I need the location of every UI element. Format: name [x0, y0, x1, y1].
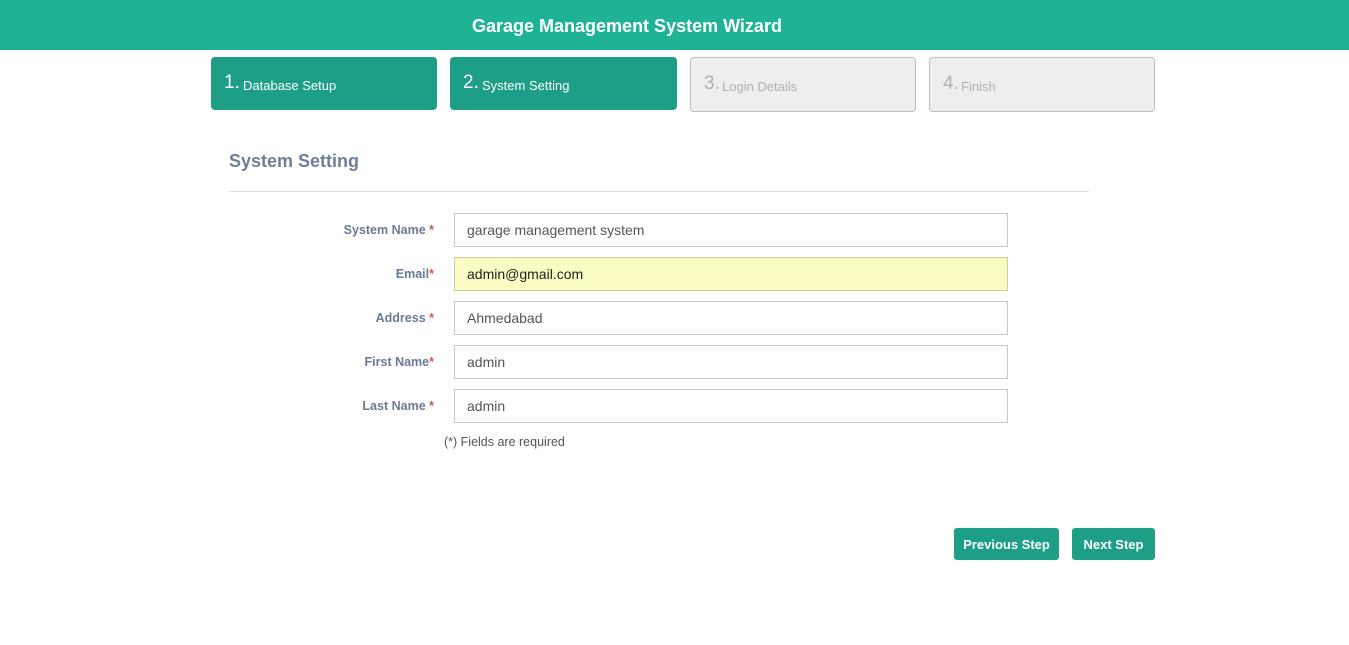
- form-row-first-name: First Name*: [229, 345, 1008, 379]
- section-title: System Setting: [229, 151, 360, 171]
- address-field: [454, 301, 1008, 335]
- wizard-step-login-details[interactable]: 3. Login Details: [690, 57, 916, 112]
- system-name-field: [454, 213, 1008, 247]
- step-label: Login Details: [722, 79, 798, 94]
- email-field: [454, 257, 1008, 291]
- step-number: 3.: [704, 73, 720, 94]
- required-mark: *: [429, 267, 434, 281]
- form-row-last-name: Last Name *: [229, 389, 1008, 423]
- required-mark: *: [429, 399, 434, 413]
- first-name-field: [454, 345, 1008, 379]
- first-name-label: First Name*: [364, 355, 434, 369]
- email-input[interactable]: [455, 258, 1007, 290]
- wizard-step-database-setup[interactable]: 1. Database Setup: [211, 57, 437, 110]
- email-label: Email*: [395, 267, 434, 281]
- step-number: 4.: [943, 73, 959, 94]
- wizard-step-finish[interactable]: 4. Finish: [929, 57, 1155, 112]
- required-mark: *: [429, 223, 434, 237]
- wizard-step-system-setting[interactable]: 2. System Setting: [450, 57, 677, 110]
- last-name-label: Last Name *: [362, 399, 434, 413]
- system-name-input[interactable]: [455, 214, 1007, 246]
- header-bar: Garage Management System Wizard: [0, 0, 1349, 50]
- address-label: Address *: [375, 311, 434, 325]
- step-label: Finish: [961, 79, 996, 94]
- form-row-system-name: System Name *: [229, 213, 1008, 247]
- system-name-label: System Name *: [343, 223, 434, 237]
- required-fields-note: (*) Fields are required: [444, 435, 565, 449]
- last-name-field: [454, 389, 1008, 423]
- previous-step-button[interactable]: Previous Step: [954, 528, 1059, 560]
- section-divider: [229, 191, 1089, 192]
- step-label: Database Setup: [243, 78, 337, 93]
- step-number: 1.: [224, 72, 240, 93]
- form-row-email: Email*: [229, 257, 1008, 291]
- step-label: System Setting: [482, 78, 570, 93]
- required-mark: *: [429, 311, 434, 325]
- address-input[interactable]: [455, 302, 1007, 334]
- next-step-button[interactable]: Next Step: [1072, 528, 1155, 560]
- required-mark: *: [429, 355, 434, 369]
- step-number: 2.: [463, 72, 479, 93]
- first-name-input[interactable]: [455, 346, 1007, 378]
- app-title: Garage Management System Wizard: [472, 16, 782, 36]
- form-row-address: Address *: [229, 301, 1008, 335]
- last-name-input[interactable]: [455, 390, 1007, 422]
